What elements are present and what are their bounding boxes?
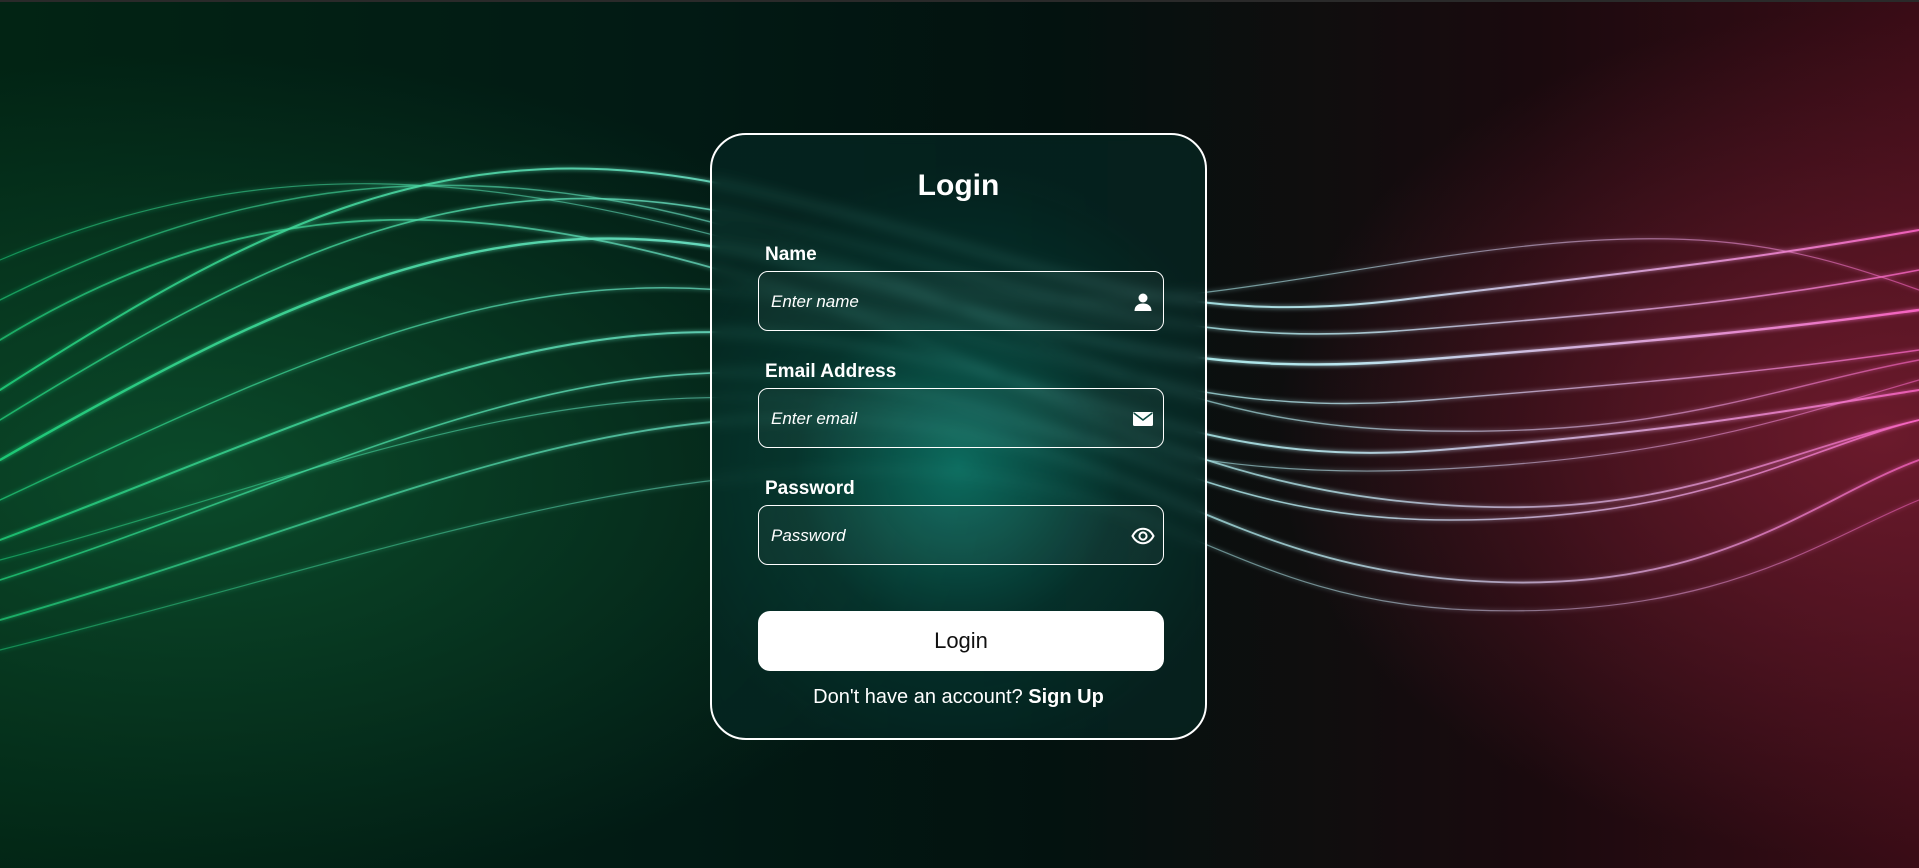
user-icon [1131, 290, 1155, 314]
name-input[interactable] [769, 272, 1113, 332]
password-label: Password [765, 478, 855, 499]
signup-link[interactable]: Sign Up [1028, 686, 1104, 708]
login-button[interactable]: Login [758, 611, 1164, 671]
signup-prompt: Don't have an account? [813, 686, 1023, 708]
login-title: Login [917, 169, 1000, 202]
email-input[interactable] [769, 389, 1113, 449]
eye-icon[interactable] [1131, 524, 1155, 548]
password-input[interactable] [769, 506, 1113, 566]
login-card: Login Name Email Address Password [710, 133, 1207, 740]
signup-row: Don't have an account? Sign Up [712, 686, 1205, 709]
password-field-container [758, 505, 1164, 566]
email-field-container [758, 388, 1164, 449]
envelope-icon [1131, 407, 1155, 431]
name-label: Name [765, 244, 817, 265]
name-field-container [758, 271, 1164, 332]
email-label: Email Address [765, 361, 897, 382]
